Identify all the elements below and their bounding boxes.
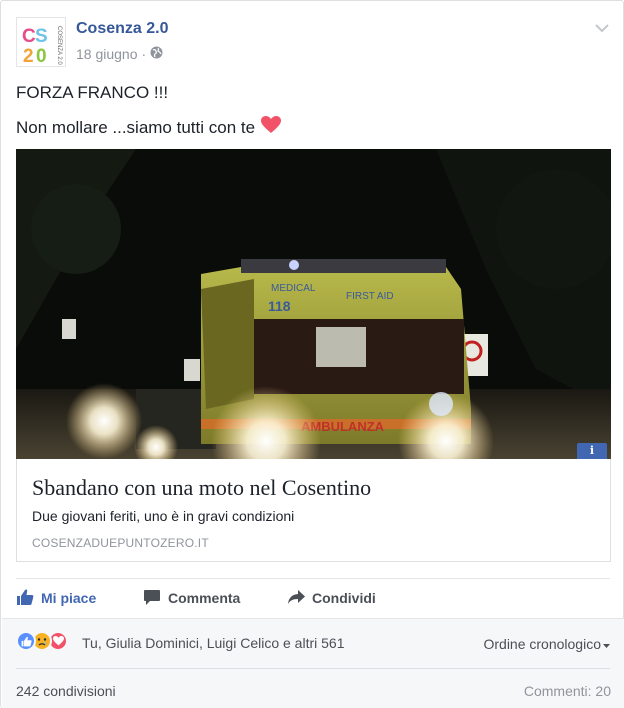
post-date[interactable]: 18 giugno xyxy=(76,46,138,62)
image-text-first-aid: FIRST AID xyxy=(346,291,394,302)
post-header: C S 2 0 COSENZA 2.0 Cosenza 2.0 18 giugn… xyxy=(16,17,610,69)
order-label: Ordine cronologico xyxy=(483,636,601,652)
comment-label: Commenta xyxy=(168,590,241,606)
share-label: Condividi xyxy=(312,590,376,606)
image-text-number: 118 xyxy=(268,298,291,314)
reactions-summary[interactable]: Tu, Giulia Dominici, Luigi Celico e altr… xyxy=(82,635,344,651)
post-actions-bar: Mi piace Commenta Condividi xyxy=(16,585,610,611)
like-reaction-icon xyxy=(16,631,36,651)
actions-top-divider xyxy=(16,578,610,579)
image-text-medical: MEDICAL xyxy=(271,283,316,294)
svg-text:C: C xyxy=(22,26,36,47)
post-footer: Tu, Giulia Dominici, Luigi Celico e altr… xyxy=(2,618,624,708)
svg-text:2: 2 xyxy=(23,46,34,67)
page-name[interactable]: Cosenza 2.0 xyxy=(76,20,168,38)
link-description: Due giovani feriti, uno è in gravi condi… xyxy=(32,508,295,524)
svg-text:S: S xyxy=(35,26,48,47)
link-domain: COSENZADUEPUNTOZERO.IT xyxy=(32,536,209,550)
link-preview-card[interactable]: MEDICAL 118 FIRST AID AMBULANZA i Sbanda… xyxy=(16,149,611,562)
like-label: Mi piace xyxy=(41,590,97,606)
post-message-text: Non mollare ...siamo tutti con te xyxy=(16,117,256,137)
comment-icon xyxy=(143,588,161,609)
post-message-line-1: FORZA FRANCO !!! xyxy=(16,83,169,102)
post-meta: 18 giugno · xyxy=(76,46,163,62)
footer-divider xyxy=(16,668,610,669)
heart-emoji-icon xyxy=(261,116,282,139)
caret-down-icon xyxy=(603,636,610,652)
post-card: C S 2 0 COSENZA 2.0 Cosenza 2.0 18 giugn… xyxy=(0,0,624,708)
share-icon xyxy=(287,588,305,609)
page-logo: C S 2 0 COSENZA 2.0 xyxy=(17,18,65,67)
reaction-icons[interactable] xyxy=(16,631,68,651)
info-icon[interactable]: i xyxy=(577,443,607,459)
like-button[interactable]: Mi piace xyxy=(16,585,96,611)
comments-count[interactable]: Commenti: 20 xyxy=(524,683,611,699)
thumbs-up-icon xyxy=(16,588,34,609)
post-message-line-2: Non mollare ...siamo tutti con te xyxy=(16,116,282,139)
meta-separator: · xyxy=(141,46,147,62)
shares-count[interactable]: 242 condivisioni xyxy=(16,683,116,699)
comment-order-dropdown[interactable]: Ordine cronologico xyxy=(483,636,610,652)
globe-icon xyxy=(150,46,163,62)
page-avatar[interactable]: C S 2 0 COSENZA 2.0 xyxy=(16,17,66,67)
link-preview-image[interactable]: MEDICAL 118 FIRST AID AMBULANZA i xyxy=(16,149,611,459)
link-title[interactable]: Sbandano con una moto nel Cosentino xyxy=(32,475,371,501)
svg-text:COSENZA 2.0: COSENZA 2.0 xyxy=(56,26,62,65)
share-button[interactable]: Condividi xyxy=(287,585,376,611)
ambulance-photo: MEDICAL 118 FIRST AID AMBULANZA xyxy=(16,149,611,459)
comment-button[interactable]: Commenta xyxy=(143,585,240,611)
chevron-down-icon[interactable] xyxy=(594,21,610,35)
svg-text:0: 0 xyxy=(36,46,47,67)
